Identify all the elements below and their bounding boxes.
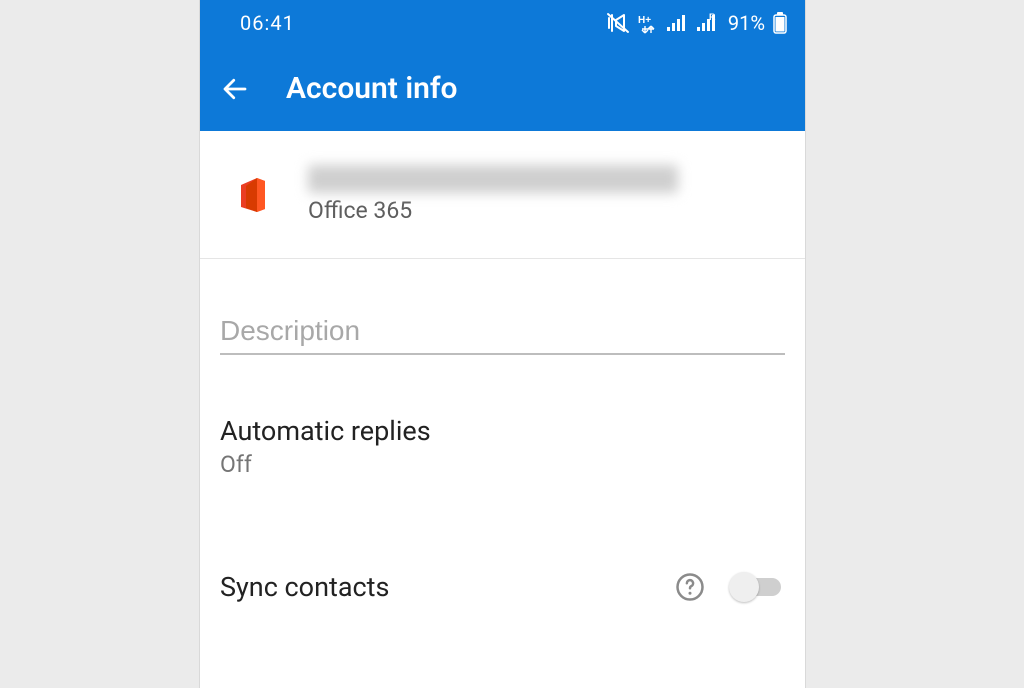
- vibrate-icon: [606, 12, 630, 34]
- office-icon: [234, 176, 272, 214]
- help-circle-icon: [675, 572, 705, 602]
- account-email-redacted: [308, 165, 678, 193]
- signal-1-icon: [666, 13, 688, 33]
- description-input[interactable]: [220, 315, 785, 347]
- status-bar: 06:41 H+: [200, 0, 805, 46]
- sync-contacts-row: Sync contacts: [220, 570, 785, 604]
- account-row[interactable]: Office 365: [200, 131, 805, 259]
- automatic-replies-row[interactable]: Automatic replies Off: [220, 415, 785, 478]
- arrow-left-icon: [220, 74, 250, 104]
- signal-2-roam-icon: R: [696, 13, 720, 33]
- battery-icon: [773, 12, 787, 34]
- description-field[interactable]: [220, 315, 785, 355]
- sync-contacts-help-button[interactable]: [673, 570, 707, 604]
- data-hplus-icon: H+: [638, 12, 658, 34]
- sync-contacts-label: Sync contacts: [220, 571, 673, 603]
- automatic-replies-label: Automatic replies: [220, 415, 785, 447]
- battery-percent: 91%: [728, 11, 765, 35]
- status-indicators: H+ R: [606, 11, 787, 35]
- sync-contacts-toggle[interactable]: [729, 572, 785, 602]
- automatic-replies-value: Off: [220, 451, 785, 478]
- app-bar: Account info: [200, 46, 805, 131]
- svg-text:H+: H+: [638, 15, 651, 26]
- status-time: 06:41: [218, 11, 295, 35]
- back-button[interactable]: [220, 74, 250, 104]
- phone-frame: 06:41 H+: [200, 0, 805, 688]
- account-type: Office 365: [308, 197, 678, 224]
- page-title: Account info: [286, 71, 458, 106]
